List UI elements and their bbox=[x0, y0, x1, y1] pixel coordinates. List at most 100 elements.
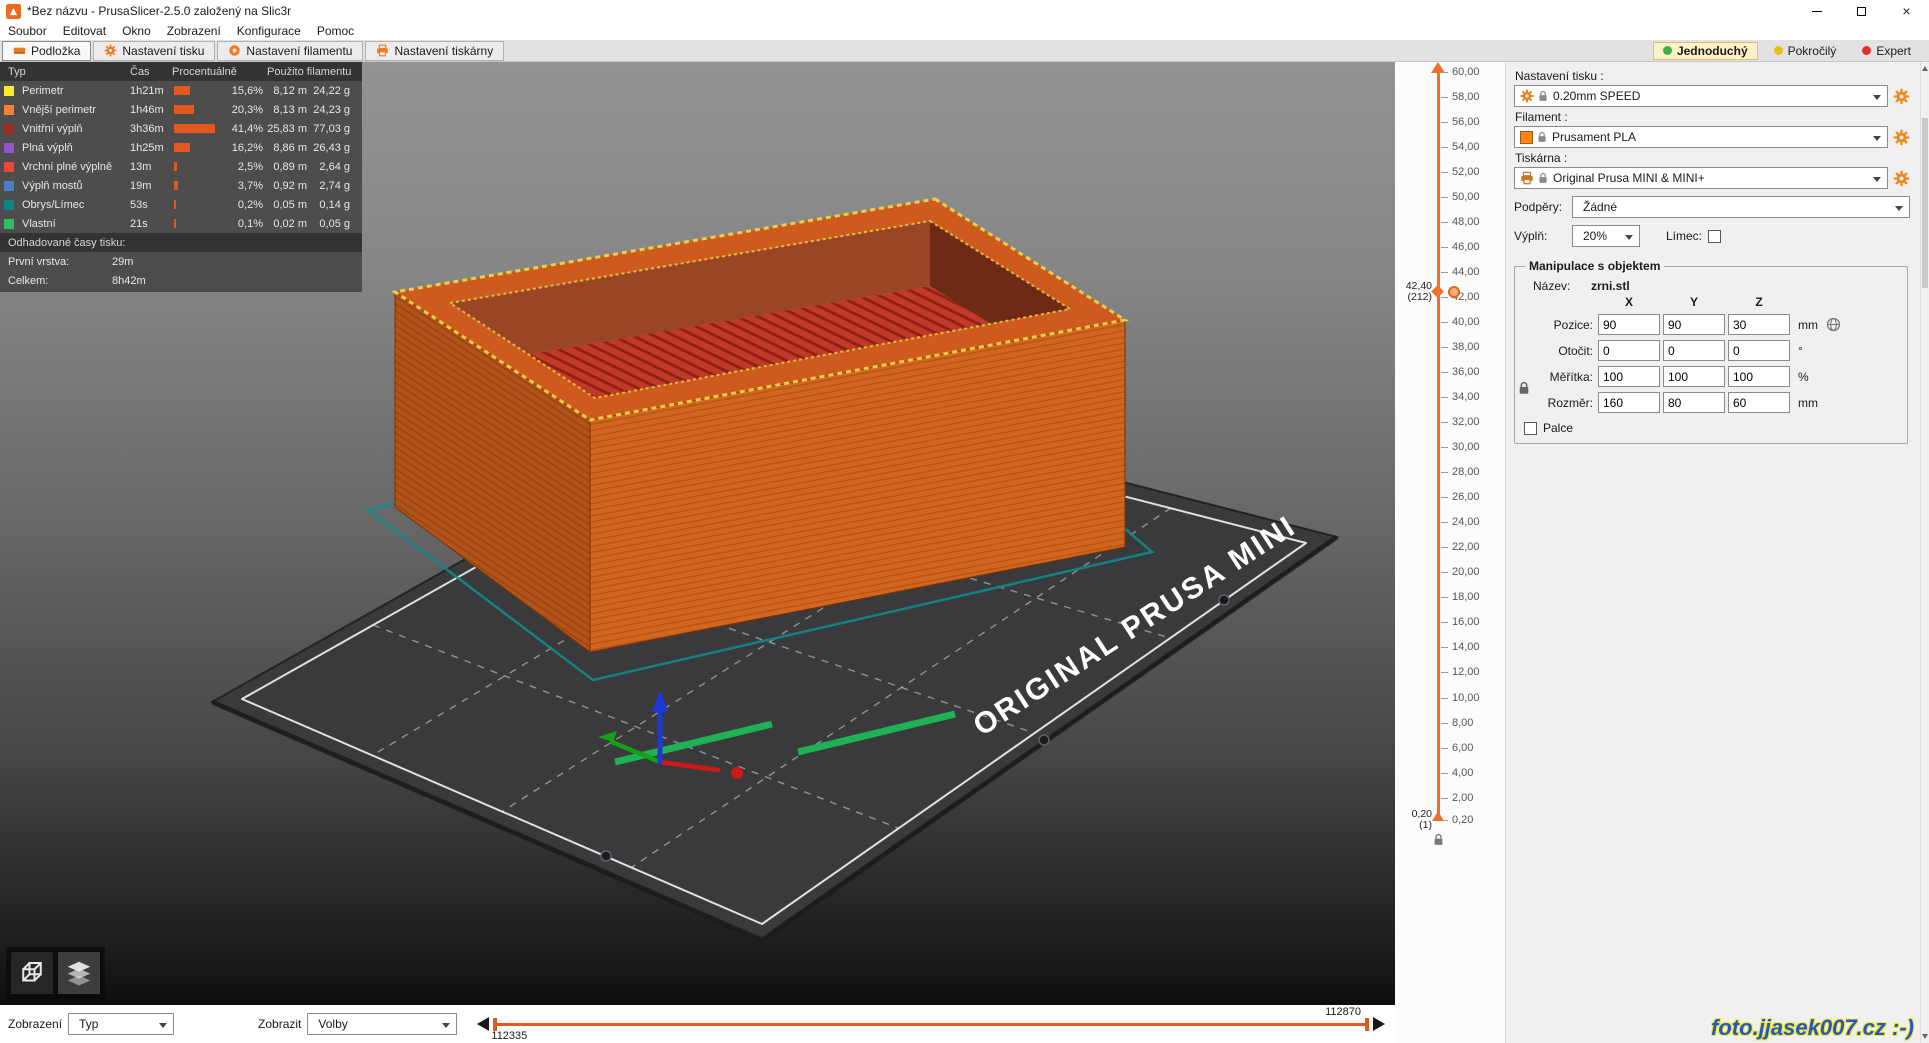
ruler-tick: 46,00 bbox=[1441, 247, 1448, 248]
supports-value: Žádné bbox=[1583, 200, 1617, 214]
layer-slider-track[interactable] bbox=[1437, 71, 1440, 821]
rotation-y-input[interactable] bbox=[1663, 340, 1725, 361]
ruler-tick: 24,00 bbox=[1441, 522, 1448, 523]
cube-icon bbox=[17, 958, 47, 988]
lock-icon bbox=[1537, 131, 1547, 143]
mode-label: Pokročilý bbox=[1788, 44, 1837, 58]
ruler-tick: 48,00 bbox=[1441, 222, 1448, 223]
printer-select[interactable]: Original Prusa MINI & MINI+ bbox=[1514, 167, 1888, 189]
size-y-input[interactable] bbox=[1663, 392, 1725, 413]
ruler-tick: 22,00 bbox=[1441, 547, 1448, 548]
legend-length: 0,92 m bbox=[267, 180, 313, 192]
3d-view-button[interactable] bbox=[10, 951, 54, 995]
scrollbar-thumb[interactable] bbox=[1922, 118, 1928, 288]
axis-header-z: Z bbox=[1728, 295, 1790, 309]
range-right-arrow[interactable] bbox=[1373, 1017, 1385, 1031]
rotation-x-input[interactable] bbox=[1598, 340, 1660, 361]
menu-editovat[interactable]: Editovat bbox=[55, 24, 114, 38]
range-max-label: 112870 bbox=[1325, 1006, 1361, 1018]
mode-jednoduchy[interactable]: Jednoduchý bbox=[1653, 42, 1758, 60]
view-type-select[interactable]: Typ bbox=[68, 1013, 174, 1035]
scale-x-input[interactable] bbox=[1598, 366, 1660, 387]
size-z-input[interactable] bbox=[1728, 392, 1790, 413]
manipulation-row-position: Pozice:mm bbox=[1521, 314, 1901, 335]
lower-handle-icon bbox=[1432, 811, 1444, 821]
ruler-tick-label: 40,00 bbox=[1452, 316, 1480, 328]
ruler-tick: 18,00 bbox=[1441, 597, 1448, 598]
spool-icon bbox=[228, 44, 241, 57]
supports-label: Podpěry: bbox=[1514, 200, 1566, 214]
object-name-value: zrni.stl bbox=[1591, 279, 1630, 293]
print-profile-icon bbox=[1520, 89, 1534, 103]
mode-pokrocily[interactable]: Pokročilý bbox=[1764, 42, 1847, 60]
legend-length: 8,13 m bbox=[267, 104, 313, 116]
ruler-tick-label: 18,00 bbox=[1452, 591, 1480, 603]
ruler-tick-label: 58,00 bbox=[1452, 91, 1480, 103]
ruler-tick: 42,00 bbox=[1441, 297, 1448, 298]
filament-gear-button[interactable] bbox=[1893, 129, 1910, 146]
show-features-value: Volby bbox=[318, 1017, 347, 1031]
legend-time: 3h36m bbox=[130, 123, 172, 135]
layers-view-button[interactable] bbox=[57, 951, 101, 995]
menu-zobrazeni[interactable]: Zobrazení bbox=[159, 24, 229, 38]
legend-percent: 0,1% bbox=[224, 218, 267, 230]
legend-row: Vlastní21s0,1%0,02 m0,05 g bbox=[0, 214, 362, 233]
horizontal-range-slider[interactable]: 112870 112335 bbox=[477, 1005, 1385, 1043]
infill-select[interactable]: 20% bbox=[1572, 225, 1640, 247]
3d-viewport[interactable]: ORIGINAL PRUSA MINI bbox=[0, 62, 1395, 1005]
legend-percent: 16,2% bbox=[224, 142, 267, 154]
chevron-down-icon bbox=[1873, 95, 1881, 100]
filament-select[interactable]: Prusament PLA bbox=[1514, 126, 1888, 148]
tab-podlozka[interactable]: Podložka bbox=[2, 41, 91, 61]
uniform-scale-lock-icon[interactable] bbox=[1518, 381, 1530, 395]
unit-label: mm bbox=[1798, 318, 1824, 332]
legend-header: Typ Čas Procentuálně Použito filamentu bbox=[0, 62, 362, 81]
position-y-input[interactable] bbox=[1663, 314, 1725, 335]
sidebar-scrollbar[interactable] bbox=[1920, 62, 1929, 1043]
menu-pomoc[interactable]: Pomoc bbox=[309, 24, 362, 38]
tab-nastaveni-tisku[interactable]: Nastavení tisku bbox=[93, 41, 215, 61]
range-left-arrow[interactable] bbox=[477, 1017, 489, 1031]
tab-nastaveni-tiskarny[interactable]: Nastavení tiskárny bbox=[365, 41, 504, 61]
lock-icon[interactable] bbox=[1433, 833, 1444, 846]
mode-expert[interactable]: Expert bbox=[1852, 42, 1921, 60]
show-features-select[interactable]: Volby bbox=[307, 1013, 457, 1035]
close-button[interactable]: × bbox=[1884, 0, 1929, 22]
range-right-handle[interactable] bbox=[1365, 1018, 1369, 1031]
bottom-bar: Zobrazení Typ Zobrazit Volby 112870 1123… bbox=[0, 1005, 1395, 1043]
axes-header: XYZ bbox=[1521, 295, 1901, 309]
legend-estimate-row: První vrstva:29m bbox=[0, 252, 362, 271]
position-x-input[interactable] bbox=[1598, 314, 1660, 335]
printer-gear-button[interactable] bbox=[1893, 170, 1910, 187]
range-track[interactable] bbox=[493, 1023, 1369, 1026]
tab-nastaveni-filamentu[interactable]: Nastavení filamentu bbox=[217, 41, 363, 61]
chevron-down-icon bbox=[159, 1023, 167, 1028]
position-z-input[interactable] bbox=[1728, 314, 1790, 335]
print-settings-gear-button[interactable] bbox=[1893, 88, 1910, 105]
rotation-z-input[interactable] bbox=[1728, 340, 1790, 361]
mode-dot-icon bbox=[1774, 46, 1783, 55]
legend-time: 13m bbox=[130, 161, 172, 173]
menu-soubor[interactable]: Soubor bbox=[0, 24, 55, 38]
brim-checkbox[interactable] bbox=[1708, 230, 1721, 243]
unit-label: ° bbox=[1798, 344, 1824, 358]
menu-okno[interactable]: Okno bbox=[114, 24, 159, 38]
supports-select[interactable]: Žádné bbox=[1572, 196, 1910, 218]
ruler-tick-label: 36,00 bbox=[1452, 366, 1480, 378]
scroll-down-arrow[interactable] bbox=[1922, 1034, 1928, 1039]
scroll-up-arrow[interactable] bbox=[1922, 66, 1928, 71]
minimize-button[interactable] bbox=[1794, 0, 1839, 22]
estimate-label: Celkem: bbox=[8, 275, 112, 287]
legend-percent-bar bbox=[172, 85, 224, 97]
scale-y-input[interactable] bbox=[1663, 366, 1725, 387]
menu-konfigurace[interactable]: Konfigurace bbox=[229, 24, 309, 38]
print-settings-select[interactable]: 0.20mm SPEED bbox=[1514, 85, 1888, 107]
range-left-handle[interactable] bbox=[493, 1018, 497, 1031]
inches-checkbox[interactable] bbox=[1524, 422, 1537, 435]
size-x-input[interactable] bbox=[1598, 392, 1660, 413]
legend-weight: 26,43 g bbox=[313, 142, 358, 154]
layers-icon bbox=[64, 958, 94, 988]
ruler-tick-label: 38,00 bbox=[1452, 341, 1480, 353]
scale-z-input[interactable] bbox=[1728, 366, 1790, 387]
maximize-button[interactable] bbox=[1839, 0, 1884, 22]
